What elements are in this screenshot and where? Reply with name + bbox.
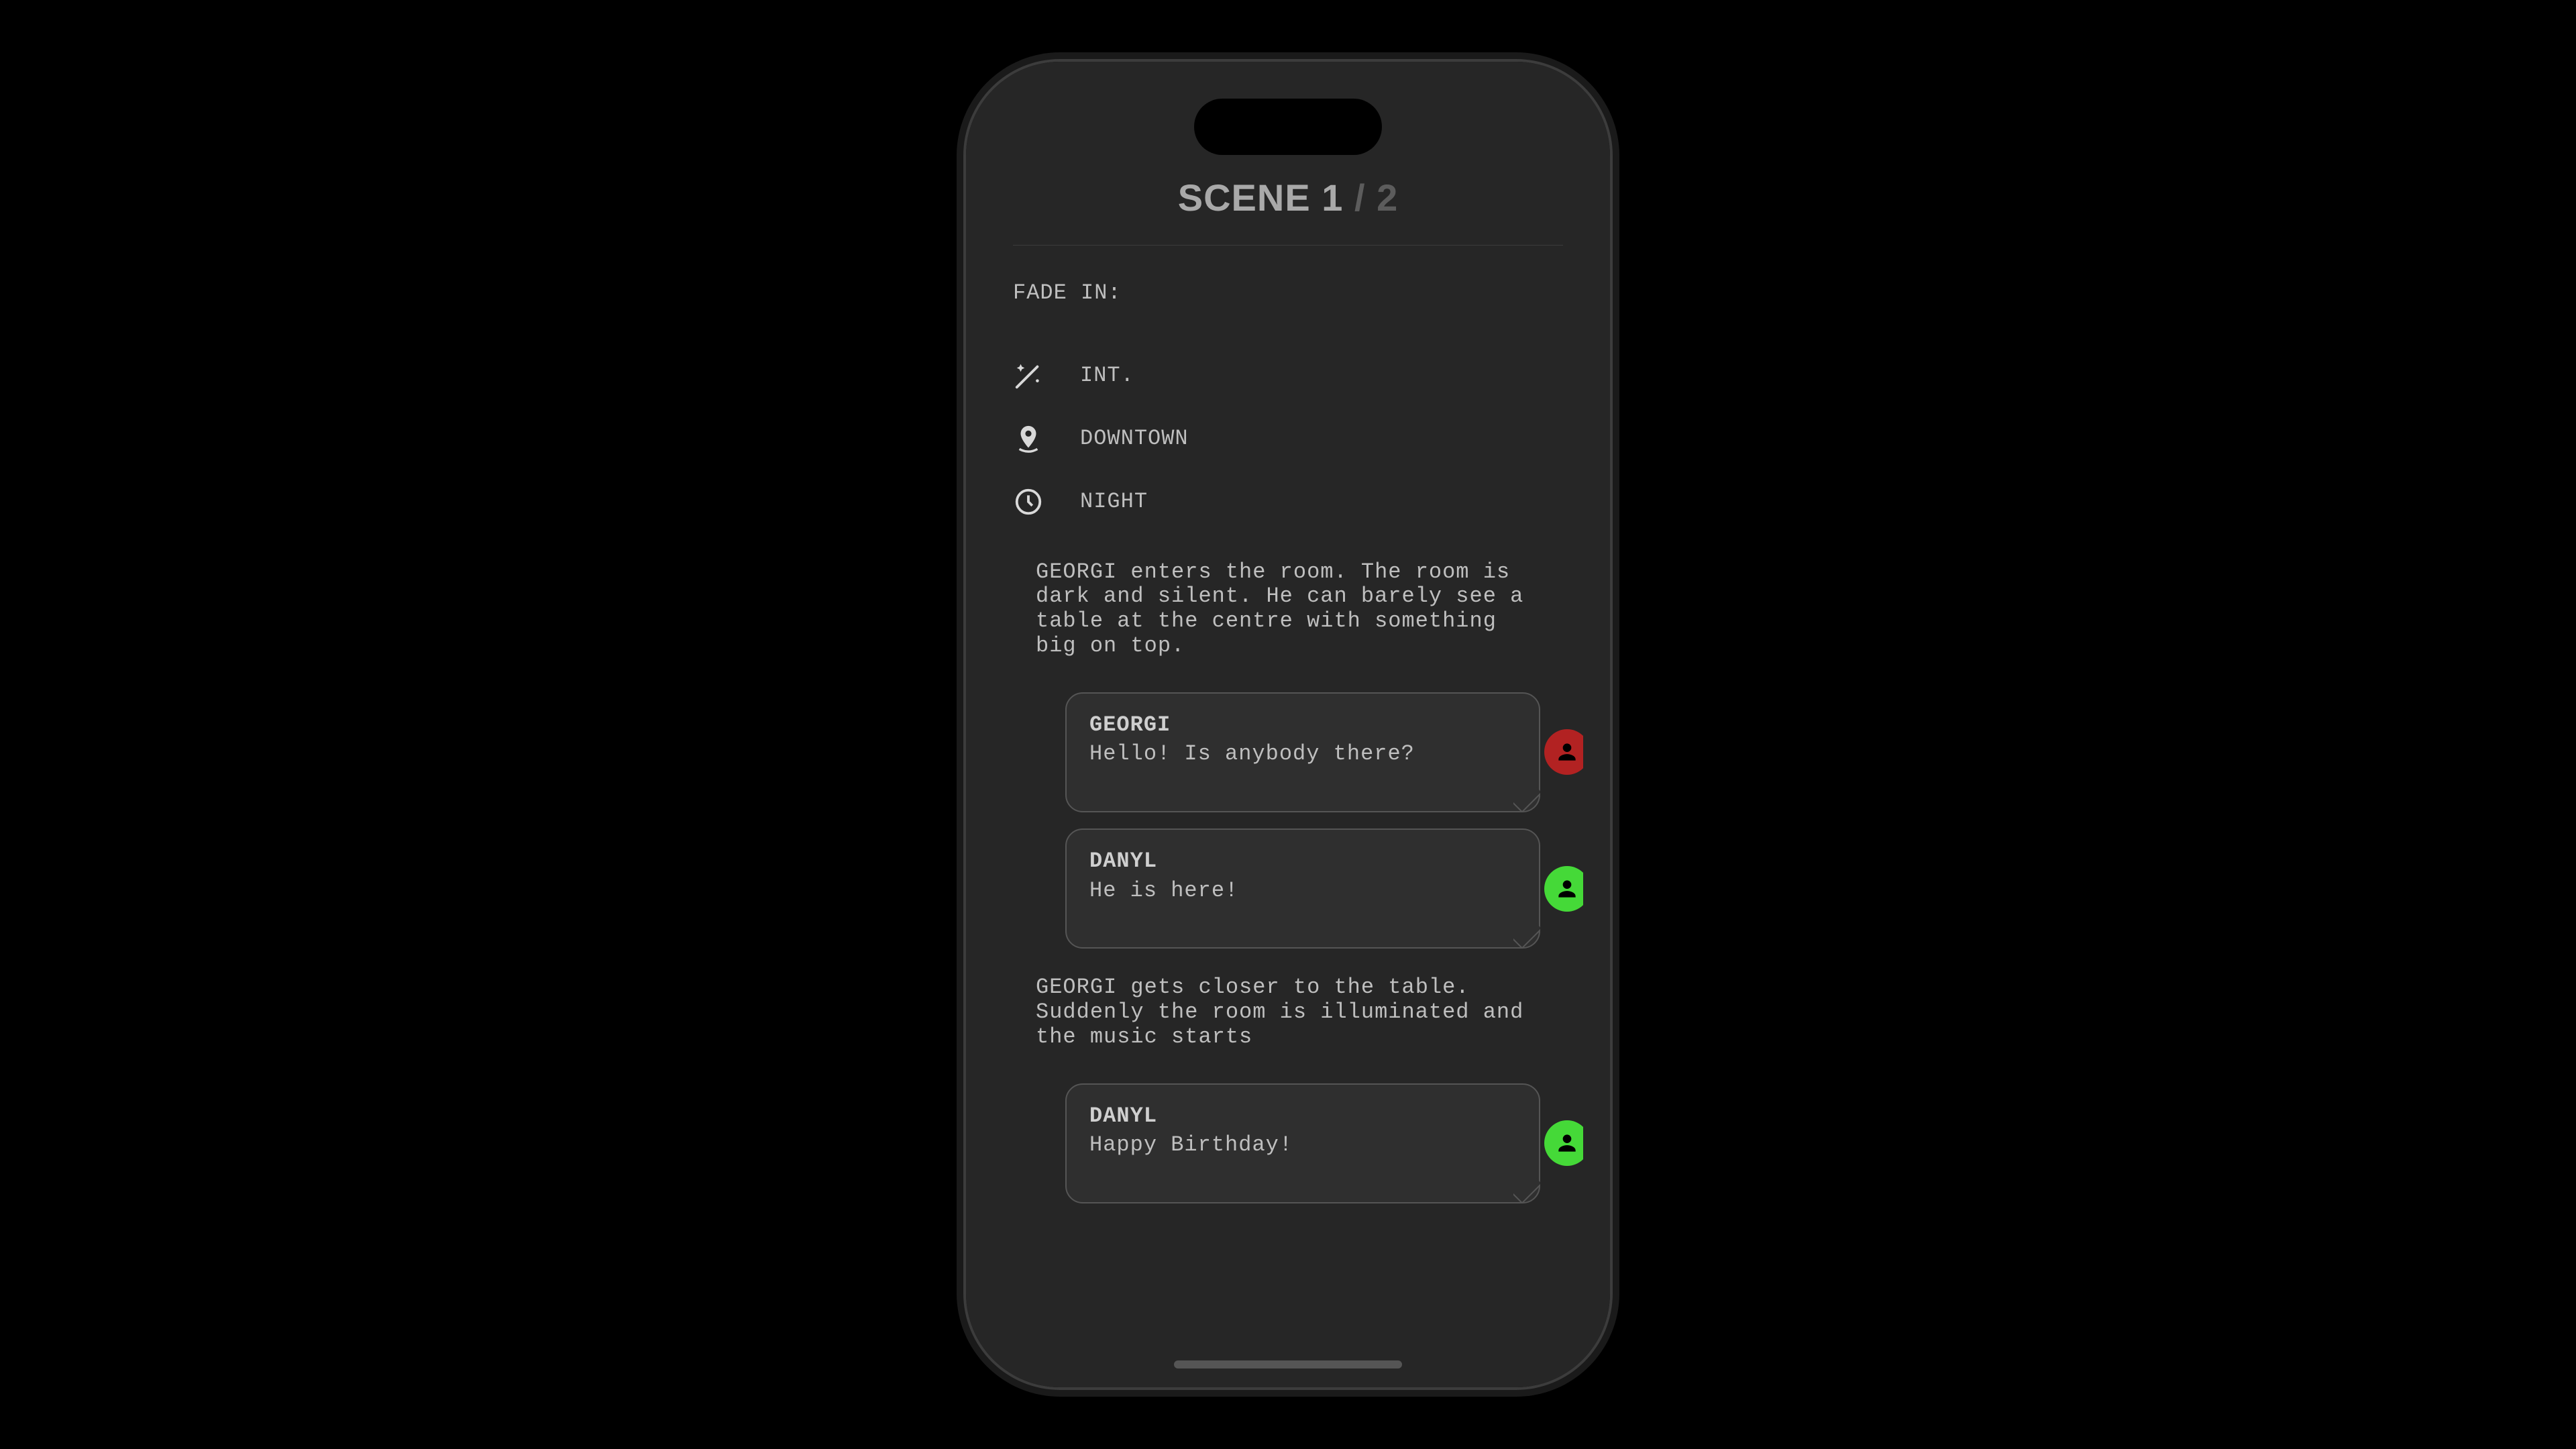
- home-indicator[interactable]: [1174, 1360, 1402, 1368]
- dialogue-bubble[interactable]: GEORGI Hello! Is anybody there?: [1065, 692, 1563, 812]
- dialogue-line: Hello! Is anybody there?: [1089, 740, 1516, 768]
- dialogue-line: He is here!: [1089, 877, 1516, 905]
- location-pin-icon: [1013, 423, 1044, 454]
- clock-icon: [1013, 486, 1044, 517]
- meta-location-row[interactable]: DOWNTOWN: [1013, 407, 1563, 470]
- character-name: GEORGI: [1089, 711, 1516, 739]
- script-content[interactable]: FADE IN: INT. DO: [993, 279, 1583, 1347]
- scene-total: 2: [1377, 176, 1398, 219]
- character-avatar[interactable]: [1544, 729, 1583, 775]
- meta-time-label: NIGHT: [1080, 488, 1148, 516]
- fade-in-label: FADE IN:: [1013, 279, 1563, 307]
- wand-icon: [1013, 360, 1044, 391]
- scene-label: SCENE 1: [1178, 176, 1344, 219]
- character-avatar[interactable]: [1544, 1120, 1583, 1166]
- meta-interior-label: INT.: [1080, 362, 1134, 390]
- dialogue-line: Happy Birthday!: [1089, 1131, 1516, 1159]
- character-name: DANYL: [1089, 1102, 1516, 1130]
- dynamic-island: [1194, 99, 1382, 155]
- action-block: GEORGI gets closer to the table. Suddenl…: [1013, 975, 1563, 1049]
- meta-time-row[interactable]: NIGHT: [1013, 470, 1563, 533]
- dialogue-bubble[interactable]: DANYL Happy Birthday!: [1065, 1083, 1563, 1203]
- action-block: GEORGI enters the room. The room is dark…: [1013, 560, 1563, 659]
- meta-location-label: DOWNTOWN: [1080, 425, 1189, 453]
- screen[interactable]: SCENE 1 / 2 FADE IN: INT.: [966, 62, 1610, 1387]
- phone-frame: SCENE 1 / 2 FADE IN: INT.: [966, 62, 1610, 1387]
- scene-separator: /: [1343, 176, 1377, 219]
- character-avatar[interactable]: [1544, 866, 1583, 912]
- scene-title-bar: SCENE 1 / 2: [1013, 169, 1563, 246]
- meta-interior-row[interactable]: INT.: [1013, 344, 1563, 407]
- dialogue-bubble[interactable]: DANYL He is here!: [1065, 828, 1563, 949]
- character-name: DANYL: [1089, 847, 1516, 875]
